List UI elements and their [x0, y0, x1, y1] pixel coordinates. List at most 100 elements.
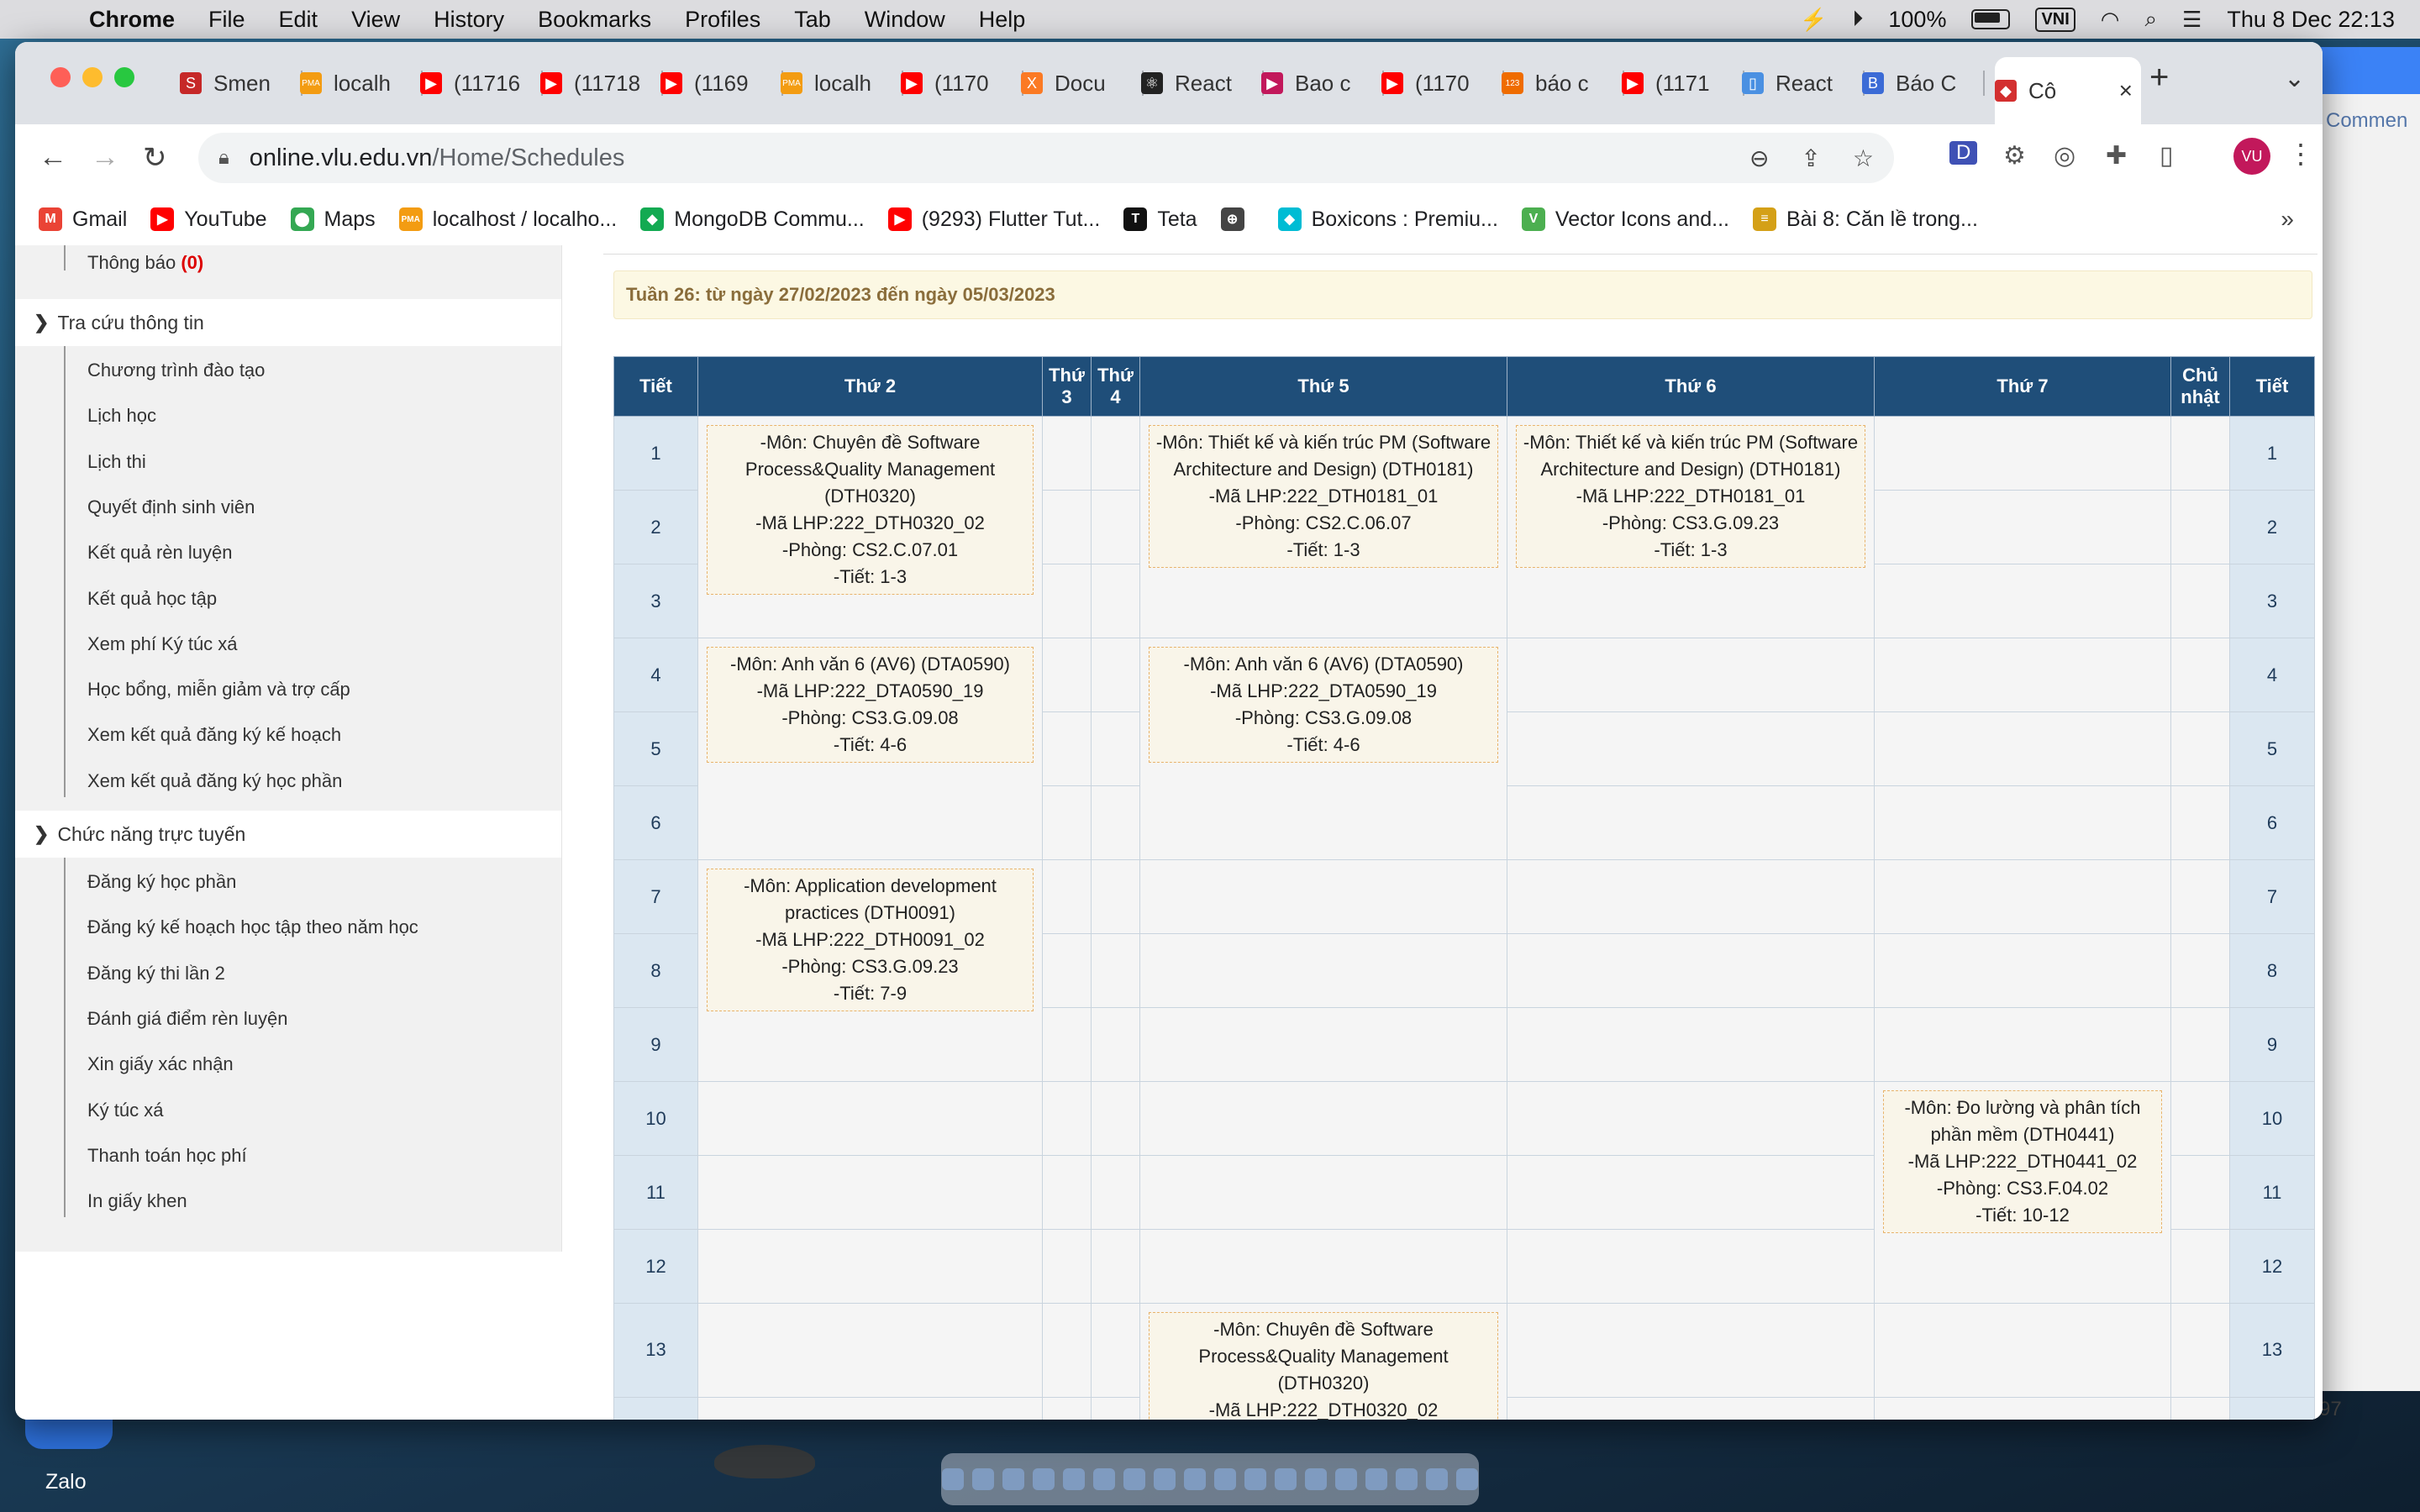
input-method-indicator[interactable]: VNI: [2035, 7, 2075, 32]
tab[interactable]: ▶ Bao c: [1261, 62, 1384, 104]
chrome-menu-icon[interactable]: ⋮: [2287, 138, 2314, 170]
dock-app-icon[interactable]: [1093, 1468, 1115, 1490]
tab[interactable]: ▶ (1170: [1381, 62, 1504, 104]
class-card[interactable]: -Môn: Anh văn 6 (AV6) (DTA0590) -Mã LHP:2…: [1149, 647, 1498, 763]
dock-app-icon[interactable]: [1002, 1468, 1024, 1490]
sidebar-item[interactable]: Thanh toán học phí: [87, 1145, 247, 1167]
dock-app-icon[interactable]: [1123, 1468, 1145, 1490]
dock-app-icon[interactable]: [942, 1468, 964, 1490]
tab[interactable]: X Docu: [1021, 62, 1144, 104]
extensions-puzzle-icon[interactable]: ✚: [2106, 141, 2127, 171]
bookmark-item[interactable]: ▶ YouTube: [150, 207, 267, 232]
dock-app-icon[interactable]: [1365, 1468, 1387, 1490]
bookmark-item[interactable]: ⊕: [1220, 207, 1255, 232]
side-panel-icon[interactable]: ▯: [2160, 141, 2174, 171]
tab[interactable]: B Báo C: [1862, 62, 1985, 104]
class-card[interactable]: -Môn: Application development practices …: [707, 869, 1034, 1011]
extension-icon[interactable]: ⚙: [2003, 141, 2026, 171]
zalo-desktop-label[interactable]: Zalo: [45, 1470, 87, 1494]
sidebar-item[interactable]: Quyết định sinh viên: [87, 496, 255, 518]
sidebar-section-header[interactable]: ❯ Chức năng trực tuyến: [15, 811, 561, 858]
sidebar-item[interactable]: Đăng ký thi lần 2: [87, 963, 225, 984]
tab[interactable]: ▯ React: [1742, 62, 1865, 104]
menu-file[interactable]: File: [208, 7, 245, 33]
bookmark-item[interactable]: M Gmail: [39, 207, 127, 232]
bookmark-star-icon[interactable]: ☆: [1853, 144, 1874, 172]
sidebar-item[interactable]: Kết quả rèn luyện: [87, 542, 232, 564]
back-button[interactable]: ←: [39, 141, 67, 174]
menu-history[interactable]: History: [434, 7, 504, 33]
sidebar-item[interactable]: Đăng ký học phần: [87, 871, 236, 893]
class-card[interactable]: -Môn: Thiết kế và kiến trúc PM (Software…: [1516, 425, 1865, 568]
sidebar-item[interactable]: Ký túc xá: [87, 1100, 163, 1121]
extension-icon[interactable]: ◎: [2054, 141, 2075, 171]
tab-active[interactable]: ◆ Cô ×: [1995, 57, 2141, 124]
tab[interactable]: S Smen: [180, 62, 302, 104]
tab[interactable]: ▶ (11716: [420, 62, 543, 104]
sidebar-item[interactable]: Học bổng, miễn giảm và trợ cấp: [87, 679, 350, 701]
menu-bookmarks[interactable]: Bookmarks: [538, 7, 651, 33]
tab-search-chevron-icon[interactable]: ⌄: [2284, 64, 2305, 93]
sidebar-item-thong-bao[interactable]: Thông báo (0): [87, 252, 203, 274]
zoom-icon[interactable]: ⊖: [1749, 144, 1769, 172]
tab[interactable]: PMA localh: [300, 62, 423, 104]
menu-view[interactable]: View: [351, 7, 400, 33]
app-menu-chrome[interactable]: Chrome: [89, 7, 175, 33]
sidebar-item[interactable]: Chương trình đào tạo: [87, 360, 265, 381]
new-tab-button[interactable]: +: [2149, 59, 2169, 97]
maximize-window-button[interactable]: [114, 67, 134, 87]
play-icon[interactable]: ⏵: [1852, 6, 1863, 33]
bookmark-item[interactable]: ◆ Boxicons : Premiu...: [1277, 207, 1498, 232]
dock-app-icon[interactable]: [1033, 1468, 1055, 1490]
more-bookmarks-icon[interactable]: »: [2281, 206, 2294, 233]
close-tab-icon[interactable]: ×: [2119, 77, 2133, 104]
sidebar-item[interactable]: Xem kết quả đăng ký kế hoạch: [87, 724, 341, 746]
dock-app-icon[interactable]: [1184, 1468, 1206, 1490]
menu-window[interactable]: Window: [865, 7, 945, 33]
class-card[interactable]: -Môn: Chuyên đề Software Process&Quality…: [1149, 1312, 1498, 1420]
lock-icon[interactable]: 🔒︎: [218, 146, 229, 170]
dock-app-icon[interactable]: [1456, 1468, 1478, 1490]
bookmark-item[interactable]: ≡ Bài 8: Căn lề trong...: [1752, 207, 1978, 232]
profile-avatar[interactable]: VU: [2233, 138, 2270, 175]
menu-edit[interactable]: Edit: [279, 7, 318, 33]
menu-profiles[interactable]: Profiles: [685, 7, 760, 33]
wifi-icon[interactable]: ◠: [2101, 7, 2120, 33]
dock-app-icon[interactable]: [1244, 1468, 1266, 1490]
sidebar-item[interactable]: Kết quả học tập: [87, 588, 217, 610]
tab[interactable]: 123 báo c: [1502, 62, 1624, 104]
sidebar-item[interactable]: Xem kết quả đăng ký học phần: [87, 770, 342, 792]
dock-app-icon[interactable]: [1426, 1468, 1448, 1490]
tab[interactable]: ⚛ React: [1141, 62, 1264, 104]
menu-tab[interactable]: Tab: [794, 7, 831, 33]
bookmark-item[interactable]: ⬤ Maps: [290, 207, 376, 232]
dock-app-icon[interactable]: [1214, 1468, 1236, 1490]
sidebar-item[interactable]: Xin giấy xác nhận: [87, 1053, 234, 1075]
tab[interactable]: ▶ (11718: [540, 62, 663, 104]
reload-button[interactable]: ↻: [143, 141, 167, 175]
bookmark-item[interactable]: T Teta: [1123, 207, 1197, 232]
tab[interactable]: ▶ (1171: [1622, 62, 1744, 104]
sidebar-item[interactable]: In giấy khen: [87, 1190, 187, 1212]
dock-app-icon[interactable]: [972, 1468, 994, 1490]
sidebar-section-header[interactable]: ❯ Tra cứu thông tin: [15, 299, 561, 346]
dictionary-extension-icon[interactable]: D: [1949, 141, 1978, 165]
sidebar-item[interactable]: Lịch thi: [87, 451, 146, 473]
close-window-button[interactable]: [50, 67, 71, 87]
class-card[interactable]: -Môn: Anh văn 6 (AV6) (DTA0590) -Mã LHP:2…: [707, 647, 1034, 763]
comment-link[interactable]: Commen: [2326, 109, 2407, 133]
dock-app-icon[interactable]: [1063, 1468, 1085, 1490]
share-icon[interactable]: ⇪: [1801, 144, 1820, 172]
bookmark-item[interactable]: ▶ (9293) Flutter Tut...: [887, 207, 1100, 232]
dock-app-icon[interactable]: [1305, 1468, 1327, 1490]
minimize-window-button[interactable]: [82, 67, 103, 87]
dock-app-icon[interactable]: [1154, 1468, 1176, 1490]
menu-help[interactable]: Help: [979, 7, 1026, 33]
dock-app-icon[interactable]: [1335, 1468, 1357, 1490]
bookmark-item[interactable]: PMA localhost / localho...: [398, 207, 617, 232]
bookmark-item[interactable]: V Vector Icons and...: [1521, 207, 1729, 232]
sidebar-item[interactable]: Xem phí Ký túc xá: [87, 633, 238, 655]
tab[interactable]: ▶ (1170: [901, 62, 1023, 104]
class-card[interactable]: -Môn: Đo lường và phân tích phần mềm (DT…: [1883, 1090, 2162, 1233]
address-bar[interactable]: 🔒︎ online.vlu.edu.vn/Home/Schedules ⊖ ⇪ …: [198, 133, 1894, 183]
